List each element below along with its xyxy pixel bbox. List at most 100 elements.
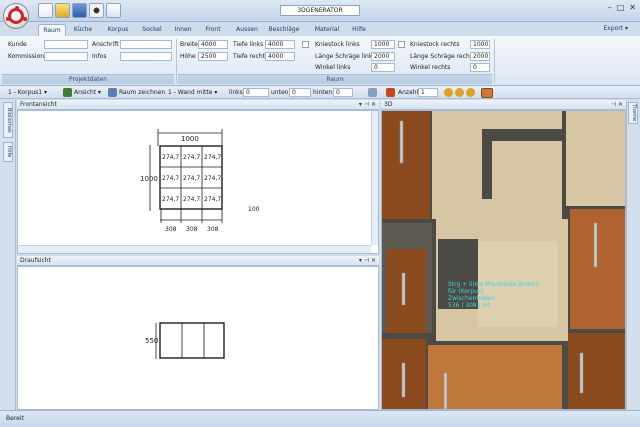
side-tab-bibliothek[interactable]: Bibliothek (3, 102, 13, 138)
anzahl-field[interactable]: 1 (418, 88, 438, 97)
winkel-rechts-field[interactable]: 0 (470, 63, 490, 72)
laenge-links-label: Länge Schräge links (315, 53, 376, 60)
unten-label: unten (271, 89, 289, 96)
laenge-rechts-field[interactable]: 2000 (470, 52, 490, 61)
door-handle (593, 222, 598, 268)
kniestock-links-field[interactable]: 1000 (371, 40, 395, 49)
top-drawing: 550 (145, 322, 225, 359)
hinten-field[interactable]: 0 (333, 88, 353, 97)
tab-hilfe[interactable]: Hilfe (347, 24, 371, 36)
undo-icon[interactable] (106, 3, 121, 18)
kniestock-links-label: Kniestock links (315, 41, 360, 48)
hoehe-field[interactable]: 2500 (198, 52, 228, 61)
left-side-panel-tabs: Bibliothek Hilfe (0, 100, 16, 410)
tab-korpus[interactable]: Korpus (102, 24, 134, 36)
kniestock-rechts-checkbox[interactable] (398, 41, 405, 48)
frontansicht-canvas[interactable]: 1000 1000 274,7 274,7 274,7 274,7 274,7 … (17, 110, 379, 254)
view-toolbar: 1 - Korpus1 ▾ Ansicht ▾ Raum zeichnen 1 … (0, 86, 640, 99)
winkel-links-field[interactable]: 0 (371, 63, 395, 72)
settings-icon[interactable] (89, 3, 104, 18)
maximize-button[interactable]: □ (617, 3, 625, 12)
bottom-dim-text: 308 (186, 226, 198, 233)
kunde-field[interactable] (44, 40, 88, 49)
application-menu-button[interactable] (3, 3, 29, 29)
wand-dropdown[interactable]: 1 - Wand mitte ▾ (168, 87, 217, 98)
open-folder-icon[interactable] (55, 3, 70, 18)
cell-label: 274,7 (183, 196, 200, 203)
tiefe-links-field[interactable]: 4000 (265, 40, 295, 49)
breite-field[interactable]: 4000 (198, 40, 228, 49)
3d-scene (382, 111, 625, 409)
rotate-right-icon[interactable] (455, 88, 464, 97)
front-vertical-scrollbar[interactable] (371, 111, 378, 245)
cell-label: 274,7 (183, 154, 200, 161)
minimize-button[interactable]: – (608, 3, 612, 12)
anzahl-label: Anzahl (398, 89, 419, 96)
infos-field[interactable] (120, 52, 172, 61)
cell-label: 274,7 (183, 175, 200, 182)
raum-zeichnen-button[interactable]: Raum zeichnen (119, 87, 165, 98)
view3d-header: 3D ⊣ ✕ (381, 100, 626, 110)
infos-label: Infos (92, 53, 107, 60)
view-icon (63, 88, 72, 97)
anschrift-field[interactable] (120, 40, 172, 49)
tab-front[interactable]: Front (200, 24, 226, 36)
tiefe-rechts-label: Tiefe rechts (233, 53, 269, 60)
wood-drawer (428, 345, 562, 409)
tab-innen[interactable]: Innen (170, 24, 196, 36)
winkel-links-label: Winkel links (315, 64, 351, 71)
color-picker-icon[interactable] (481, 88, 493, 98)
tooltip-line: für (Korpus) (448, 288, 484, 295)
tooltip-line: Zwischenboden (448, 295, 496, 302)
side-tab-theme[interactable]: Theme (628, 102, 638, 124)
tab-material[interactable]: Material (309, 24, 345, 36)
ansicht-dropdown[interactable]: Ansicht ▾ (74, 87, 101, 98)
refresh-icon[interactable] (466, 88, 475, 97)
grid-icon[interactable] (368, 88, 377, 97)
door-handle (579, 352, 584, 394)
front-horizontal-scrollbar[interactable] (18, 245, 371, 253)
pin-icon[interactable]: ⊣ ✕ (611, 100, 623, 110)
window-title: 3DGENERATOR (280, 5, 360, 16)
draufsicht-title: Draufsicht (20, 257, 51, 264)
save-icon[interactable] (72, 3, 87, 18)
export-menu[interactable]: Export ▾ (603, 25, 628, 32)
pin-icon[interactable]: ▾ ⊣ ✕ (359, 100, 376, 110)
raum-group-label: Raum (178, 74, 492, 84)
logo-dot (6, 17, 10, 21)
cell-label: 274,7 (204, 196, 221, 203)
unten-field[interactable]: 0 (289, 88, 311, 97)
frontansicht-header: Frontansicht ▾ ⊣ ✕ (17, 100, 379, 110)
rotate-left-icon[interactable] (444, 88, 453, 97)
tab-aussen[interactable]: Aussen (232, 24, 262, 36)
tab-sockel[interactable]: Sockel (137, 24, 167, 36)
door-handle (399, 120, 404, 164)
close-button[interactable]: ✕ (629, 3, 636, 12)
tab-kueche[interactable]: Küche (68, 24, 98, 36)
cabinet-top-outline (159, 322, 225, 359)
cursor-value-text: 100 (248, 206, 260, 213)
frontansicht-title: Frontansicht (20, 101, 57, 108)
tiefe-rechts-field[interactable]: 4000 (265, 52, 295, 61)
kniestock-links-checkbox[interactable] (302, 41, 309, 48)
tab-raum[interactable]: Raum (38, 24, 66, 36)
kommission-field[interactable] (44, 52, 88, 61)
bottom-dim-text: 308 (207, 226, 219, 233)
view3d-title: 3D (384, 101, 393, 108)
kniestock-rechts-field[interactable]: 1000 (470, 40, 490, 49)
array-icon[interactable] (386, 88, 395, 97)
cell-label: 274,7 (162, 196, 179, 203)
group-separator (494, 39, 495, 83)
side-tab-hilfe[interactable]: Hilfe (3, 142, 13, 162)
pin-icon[interactable]: ▾ ⊣ ✕ (359, 256, 376, 266)
draw-room-icon (108, 88, 117, 97)
draufsicht-header: Draufsicht ▾ ⊣ ✕ (17, 256, 379, 266)
tab-beschlaege[interactable]: Beschläge (266, 24, 302, 36)
korpus-dropdown[interactable]: 1 - Korpus1 ▾ (8, 87, 47, 98)
links-field[interactable]: 0 (243, 88, 269, 97)
laenge-links-field[interactable]: 2000 (371, 52, 395, 61)
draufsicht-canvas[interactable]: 550 (17, 266, 379, 410)
new-file-icon[interactable] (38, 3, 53, 18)
view3d-canvas[interactable]: Strg + linke Maustaste ändern für (Korpu… (381, 110, 626, 410)
shelf-back-panel (566, 111, 625, 206)
